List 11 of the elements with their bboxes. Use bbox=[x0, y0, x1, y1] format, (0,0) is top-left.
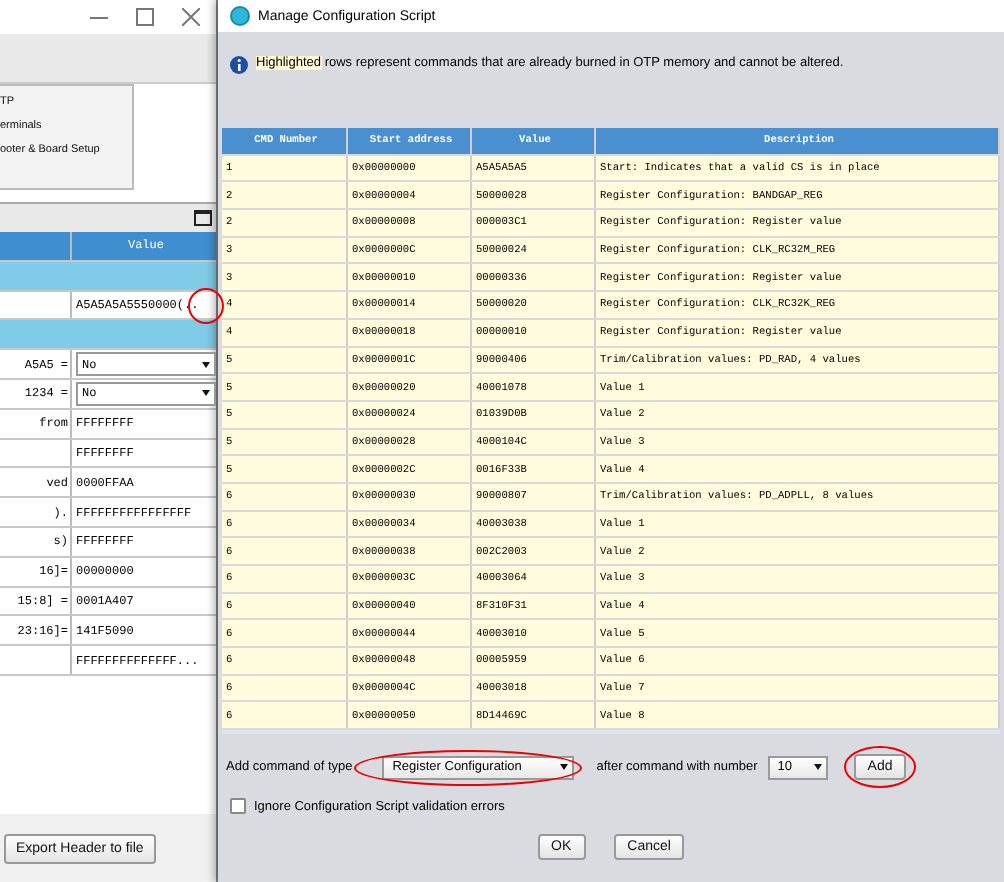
info-icon bbox=[230, 56, 248, 74]
restore-icon[interactable] bbox=[194, 210, 212, 226]
close-icon[interactable] bbox=[182, 8, 200, 26]
dropdown-arrow-icon bbox=[202, 361, 210, 368]
maximize-icon[interactable] bbox=[136, 8, 154, 26]
dropdown-arrow-icon bbox=[202, 390, 210, 397]
app-icon bbox=[230, 6, 250, 26]
dropdown-arrow-icon bbox=[813, 764, 822, 770]
dropdown-arrow-icon bbox=[560, 764, 569, 770]
checkbox[interactable] bbox=[230, 798, 246, 814]
annotation-circle bbox=[843, 746, 917, 788]
